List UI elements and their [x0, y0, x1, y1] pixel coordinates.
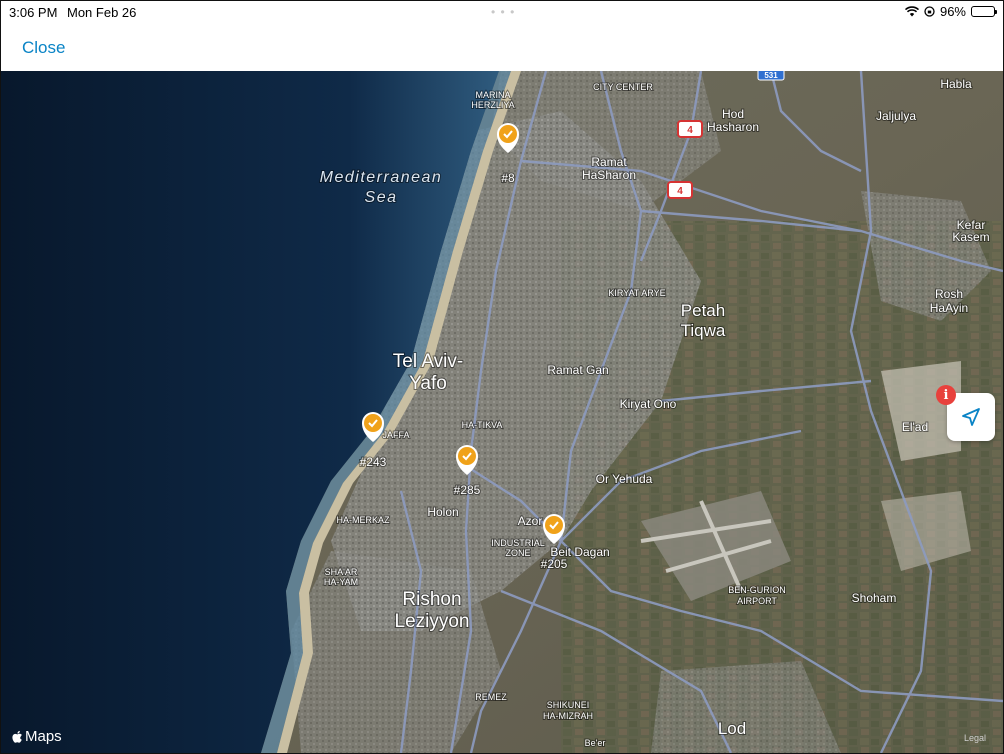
place-label: HA-YAM — [324, 577, 358, 587]
road-shield-4: 4 — [667, 181, 693, 199]
place-label: Ramat — [591, 155, 627, 169]
info-badge[interactable]: i — [936, 385, 956, 405]
place-label: AIRPORT — [737, 596, 777, 606]
place-label: SHIKUNEI — [547, 700, 590, 710]
pin-label: #205 — [541, 557, 568, 571]
place-label: REMEZ — [475, 692, 507, 702]
place-label: BEN-GURION — [728, 585, 786, 595]
place-label: HA-TIKVA — [462, 420, 503, 430]
place-label: Rishon — [402, 589, 461, 610]
place-label: INDUSTRIAL — [491, 538, 545, 548]
sea-label: Mediterranean — [320, 169, 443, 186]
place-label: Yafo — [409, 373, 447, 394]
place-label: HaAyin — [930, 301, 968, 315]
status-indicators: 96% — [904, 4, 997, 19]
place-label: HA-MIZRAH — [543, 711, 593, 721]
place-label: Or Yehuda — [596, 472, 653, 486]
orientation-lock-icon — [924, 6, 935, 17]
nav-bar: Close — [1, 25, 1003, 71]
multitasking-dots-icon[interactable]: • • • — [491, 5, 515, 19]
place-label: SHA'AR — [325, 567, 358, 577]
place-label: Ramat Gan — [547, 363, 608, 377]
wifi-icon — [904, 6, 919, 17]
battery-percent: 96% — [939, 4, 966, 19]
place-label: MARINA — [475, 90, 510, 100]
place-label: Kasem — [952, 230, 989, 244]
satellite-map[interactable]: 4 4 531 Mediterranean Sea MARINA HERZLIY… — [1, 71, 1003, 753]
place-label: ZONE — [505, 548, 530, 558]
battery-icon — [971, 6, 997, 17]
status-date: Mon Feb 26 — [67, 5, 137, 20]
pin-label: #285 — [454, 483, 481, 497]
sea-label: Sea — [365, 189, 398, 206]
status-time: 3:06 PM — [9, 5, 58, 20]
place-label: Hasharon — [707, 120, 759, 134]
place-label: Tel Aviv- — [393, 351, 463, 372]
place-label: Azor — [518, 514, 543, 528]
place-label: Lod — [718, 719, 746, 738]
maps-attribution-text: Maps — [25, 728, 62, 745]
apple-maps-attribution: Maps — [11, 728, 62, 745]
legal-link[interactable]: Legal — [964, 733, 986, 743]
place-label: CITY CENTER — [593, 82, 653, 92]
status-bar: 3:06 PM Mon Feb 26 • • • 96% — [1, 1, 1003, 25]
place-label: HaSharon — [582, 168, 636, 182]
place-label: Tiqwa — [681, 321, 726, 340]
app-frame: 3:06 PM Mon Feb 26 • • • 96% Close 4 4 5… — [0, 0, 1004, 754]
place-label: Rosh — [935, 287, 963, 301]
place-label: KIRYAT ARYE — [608, 288, 665, 298]
place-label: Holon — [427, 505, 458, 519]
location-arrow-icon — [962, 408, 980, 426]
place-label: JAFFA — [382, 430, 409, 440]
place-label: Jaljulya — [876, 109, 916, 123]
road-shield-4: 4 — [677, 120, 703, 138]
road-shield-label: 4 — [687, 125, 693, 136]
apple-logo-icon — [12, 730, 22, 743]
close-button[interactable]: Close — [22, 38, 65, 58]
pin-label: #243 — [360, 455, 387, 469]
road-shield-label: 4 — [677, 186, 683, 197]
place-label: HA-MERKAZ — [336, 515, 390, 525]
place-label: Shoham — [852, 591, 897, 605]
place-label: Habla — [940, 77, 972, 91]
place-label: Petah — [681, 301, 725, 320]
place-label: El'ad — [902, 420, 928, 434]
map-view[interactable]: 4 4 531 Mediterranean Sea MARINA HERZLIY… — [1, 71, 1003, 753]
place-label: Kiryat Ono — [620, 397, 677, 411]
road-shield-531: 531 — [757, 71, 785, 81]
pin-label: #8 — [501, 171, 515, 185]
place-label: Leziyyon — [395, 611, 470, 632]
place-label: HERZLIYA — [471, 100, 514, 110]
road-shield-label: 531 — [764, 71, 778, 80]
place-label: Hod — [722, 107, 744, 121]
place-label: Be'er — [585, 738, 606, 748]
